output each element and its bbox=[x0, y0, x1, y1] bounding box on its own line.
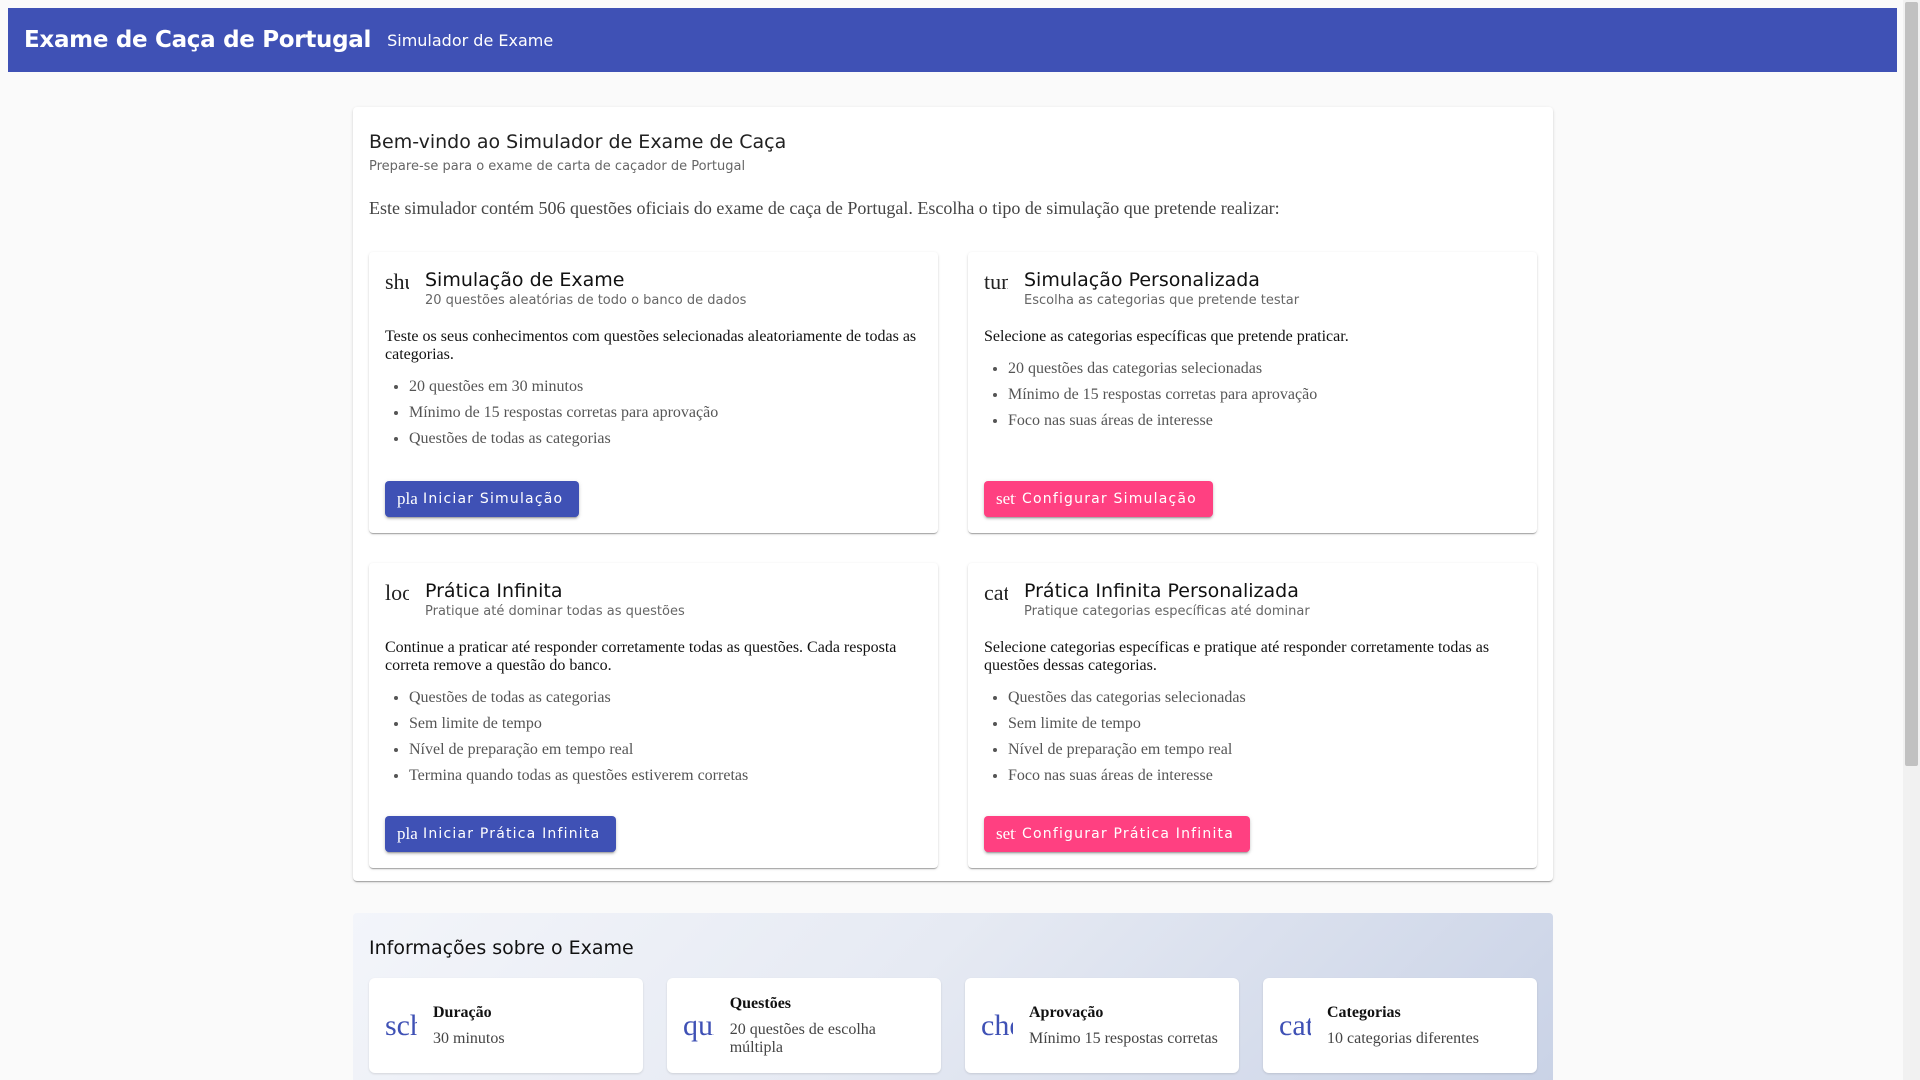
welcome-intro: Este simulador contém 506 questões ofici… bbox=[369, 198, 1280, 218]
settings-icon: settings bbox=[996, 489, 1016, 508]
button-label: Iniciar Prática Infinita bbox=[423, 826, 601, 842]
info-card-approval: check_circle Aprovação Mínimo 15 respost… bbox=[965, 978, 1239, 1073]
category-icon: category bbox=[1279, 1008, 1311, 1042]
info-grid: schedule Duração 30 minutos quiz Questõe… bbox=[369, 978, 1537, 1073]
card-description: Selecione categorias específicas e prati… bbox=[984, 639, 1490, 674]
info-value: 20 questões de escolha múltipla bbox=[729, 1020, 876, 1056]
list-item: Termina quando todas as questões estiver… bbox=[409, 767, 922, 785]
list-item: Questões de todas as categorias bbox=[409, 430, 922, 448]
welcome-card: Bem-vindo ao Simulador de Exame de Caça … bbox=[353, 107, 1553, 881]
start-simulation-button[interactable]: play_arrow Iniciar Simulação bbox=[385, 481, 580, 517]
mode-card-infinite-custom: category Prática Infinita Personalizada … bbox=[968, 563, 1537, 868]
scrollbar-thumb[interactable] bbox=[1905, 2, 1918, 766]
feature-list: 20 questões em 30 minutos Mínimo de 15 r… bbox=[385, 378, 922, 448]
info-card-duration: schedule Duração 30 minutos bbox=[369, 978, 643, 1073]
info-label: Categorias bbox=[1327, 1003, 1401, 1021]
list-item: Foco nas suas áreas de interesse bbox=[1008, 767, 1521, 785]
play-arrow-icon: play_arrow bbox=[397, 824, 417, 843]
list-item: 20 questões em 30 minutos bbox=[409, 378, 922, 396]
loop-icon: loop bbox=[385, 580, 409, 605]
list-item: Nível de preparação em tempo real bbox=[1008, 741, 1521, 759]
info-label: Duração bbox=[433, 1003, 492, 1021]
list-item: Sem limite de tempo bbox=[409, 715, 922, 733]
info-label: Aprovação bbox=[1029, 1003, 1104, 1021]
info-label: Questões bbox=[729, 994, 792, 1012]
info-value: 30 minutos bbox=[433, 1029, 505, 1047]
info-card-categories: category Categorias 10 categorias difere… bbox=[1263, 978, 1537, 1073]
info-title: Informações sobre o Exame bbox=[369, 937, 634, 959]
start-infinite-practice-button[interactable]: play_arrow Iniciar Prática Infinita bbox=[385, 816, 617, 852]
card-description: Teste os seus conhecimentos com questões… bbox=[385, 328, 917, 363]
mode-grid: shuffle Simulação de Exame 20 questões a… bbox=[369, 252, 1537, 868]
check-circle-icon: check_circle bbox=[981, 1008, 1013, 1042]
shuffle-icon: shuffle bbox=[385, 269, 409, 294]
list-item: Foco nas suas áreas de interesse bbox=[1008, 412, 1521, 430]
feature-list: Questões das categorias selecionadas Sem… bbox=[984, 689, 1521, 785]
card-title: Prática Infinita Personalizada bbox=[1024, 580, 1299, 602]
list-item: Mínimo de 15 respostas corretas para apr… bbox=[1008, 386, 1521, 404]
list-item: Nível de preparação em tempo real bbox=[409, 741, 922, 759]
settings-icon: settings bbox=[996, 824, 1016, 843]
configure-infinite-practice-button[interactable]: settings Configurar Prática Infinita bbox=[984, 816, 1251, 852]
welcome-subtitle: Prepare-se para o exame de carta de caça… bbox=[369, 159, 746, 174]
card-subtitle: Pratique até dominar todas as questões bbox=[425, 604, 685, 619]
category-icon: category bbox=[984, 580, 1008, 605]
card-description: Continue a praticar até responder corret… bbox=[385, 639, 897, 674]
play-arrow-icon: play_arrow bbox=[397, 489, 417, 508]
feature-list: Questões de todas as categorias Sem limi… bbox=[385, 689, 922, 785]
tune-icon: tune bbox=[984, 269, 1008, 294]
info-value: Mínimo 15 respostas corretas bbox=[1029, 1029, 1218, 1047]
list-item: Mínimo de 15 respostas corretas para apr… bbox=[409, 404, 922, 422]
quiz-icon: quiz bbox=[683, 1008, 714, 1042]
app-toolbar: Exame de Caça de Portugal Simulador de E… bbox=[8, 8, 1897, 72]
card-title: Prática Infinita bbox=[425, 580, 563, 602]
welcome-title: Bem-vindo ao Simulador de Exame de Caça bbox=[369, 131, 787, 153]
list-item: Questões das categorias selecionadas bbox=[1008, 689, 1521, 707]
card-subtitle: Escolha as categorias que pretende testa… bbox=[1024, 293, 1300, 308]
card-subtitle: Pratique categorias específicas até domi… bbox=[1024, 604, 1310, 619]
list-item: 20 questões das categorias selecionadas bbox=[1008, 360, 1521, 378]
card-title: Simulação Personalizada bbox=[1024, 269, 1260, 291]
card-subtitle: 20 questões aleatórias de todo o banco d… bbox=[425, 293, 747, 308]
button-label: Iniciar Simulação bbox=[423, 491, 564, 507]
button-label: Configurar Simulação bbox=[1022, 491, 1197, 507]
schedule-icon: schedule bbox=[385, 1008, 417, 1042]
info-card-questions: quiz Questões 20 questões de escolha múl… bbox=[667, 978, 941, 1073]
configure-simulation-button[interactable]: settings Configurar Simulação bbox=[984, 481, 1213, 517]
mode-card-exam: shuffle Simulação de Exame 20 questões a… bbox=[369, 252, 938, 533]
card-title: Simulação de Exame bbox=[425, 269, 625, 291]
exam-info-section: Informações sobre o Exame schedule Duraç… bbox=[353, 913, 1553, 1080]
app-title: Exame de Caça de Portugal bbox=[24, 27, 372, 53]
list-item: Sem limite de tempo bbox=[1008, 715, 1521, 733]
page-scrollbar[interactable] bbox=[1903, 0, 1920, 1080]
list-item: Questões de todas as categorias bbox=[409, 689, 922, 707]
button-label: Configurar Prática Infinita bbox=[1022, 826, 1235, 842]
feature-list: 20 questões das categorias selecionadas … bbox=[984, 360, 1521, 430]
info-value: 10 categorias diferentes bbox=[1327, 1029, 1479, 1047]
card-description: Selecione as categorias específicas que … bbox=[984, 328, 1349, 345]
app-subtitle: Simulador de Exame bbox=[387, 30, 554, 50]
mode-card-custom: tune Simulação Personalizada Escolha as … bbox=[968, 252, 1537, 533]
mode-card-infinite: loop Prática Infinita Pratique até domin… bbox=[369, 563, 938, 868]
